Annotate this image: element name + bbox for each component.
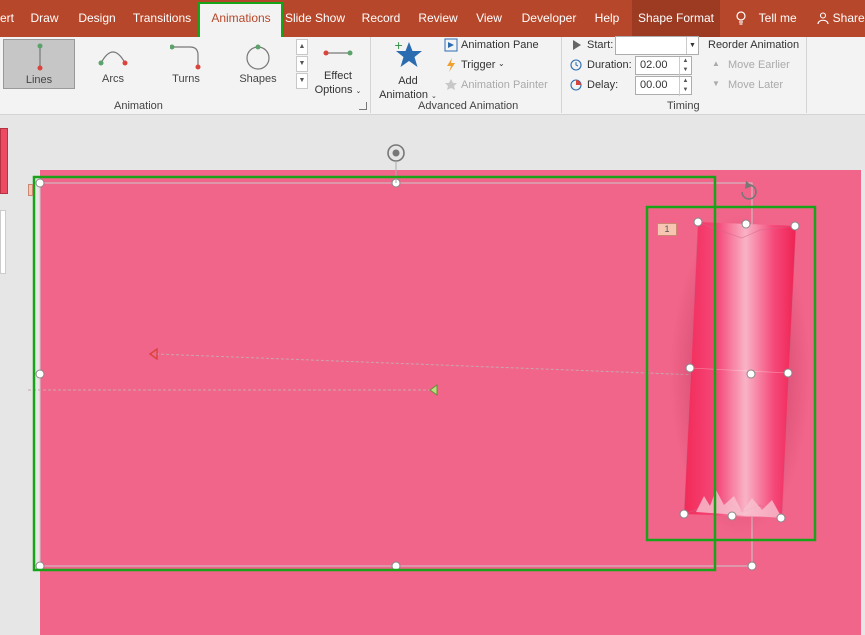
- motion-path-line: [155, 353, 751, 378]
- path-start-marker-icon: [148, 347, 158, 361]
- animation-order-tag-edge: [28, 184, 33, 196]
- shape-rotate-handle-icon[interactable]: [741, 181, 757, 200]
- animation-order-tag[interactable]: 1: [657, 223, 677, 236]
- placeholder-highlight: [32, 175, 717, 572]
- path-end-marker-icon: [429, 384, 438, 396]
- rotate-handle-icon[interactable]: [387, 144, 405, 162]
- slide-overlay: [28, 144, 817, 572]
- candy-wrapper-shape[interactable]: [670, 215, 810, 535]
